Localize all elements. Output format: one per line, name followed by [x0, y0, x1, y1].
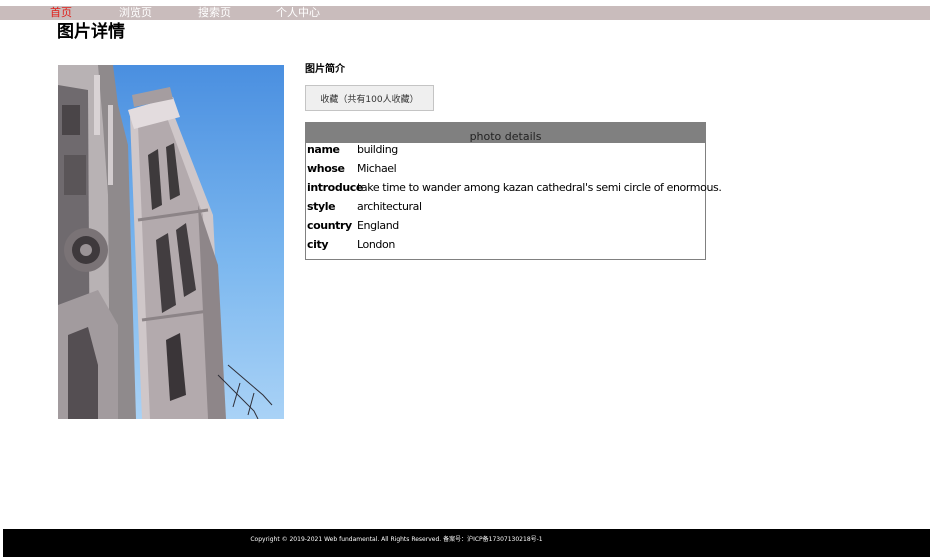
- building-photo: [58, 65, 284, 419]
- top-navigation: 首页 浏览页 搜索页 个人中心: [0, 6, 930, 20]
- bell-tower-illustration: [58, 65, 273, 419]
- detail-value: architectural: [357, 200, 422, 213]
- detail-value: England: [357, 219, 399, 232]
- footer: Copyright © 2019-2021 Web fundamental. A…: [3, 529, 930, 557]
- favorite-button[interactable]: 收藏（共有100人收藏）: [305, 85, 434, 111]
- nav-item-profile[interactable]: 个人中心: [276, 6, 320, 20]
- detail-key: introduce: [307, 181, 363, 194]
- photo-details-table: photo details name building whose Michae…: [305, 122, 722, 260]
- detail-value: building: [357, 143, 398, 156]
- detail-key: country: [307, 219, 352, 232]
- detail-key: whose: [307, 162, 345, 175]
- detail-value: Michael: [357, 162, 397, 175]
- detail-key: city: [307, 238, 329, 251]
- nav-item-browse[interactable]: 浏览页: [119, 6, 152, 20]
- nav-item-search[interactable]: 搜索页: [198, 6, 231, 20]
- nav-item-home[interactable]: 首页: [50, 6, 72, 20]
- intro-heading: 图片简介: [305, 64, 345, 75]
- detail-key: style: [307, 200, 336, 213]
- detail-key: name: [307, 143, 340, 156]
- copyright-text: Copyright © 2019-2021 Web fundamental. A…: [250, 536, 543, 543]
- page-title: 图片详情: [57, 22, 125, 42]
- detail-value: take time to wander among kazan cathedra…: [357, 181, 722, 194]
- detail-value: London: [357, 238, 395, 251]
